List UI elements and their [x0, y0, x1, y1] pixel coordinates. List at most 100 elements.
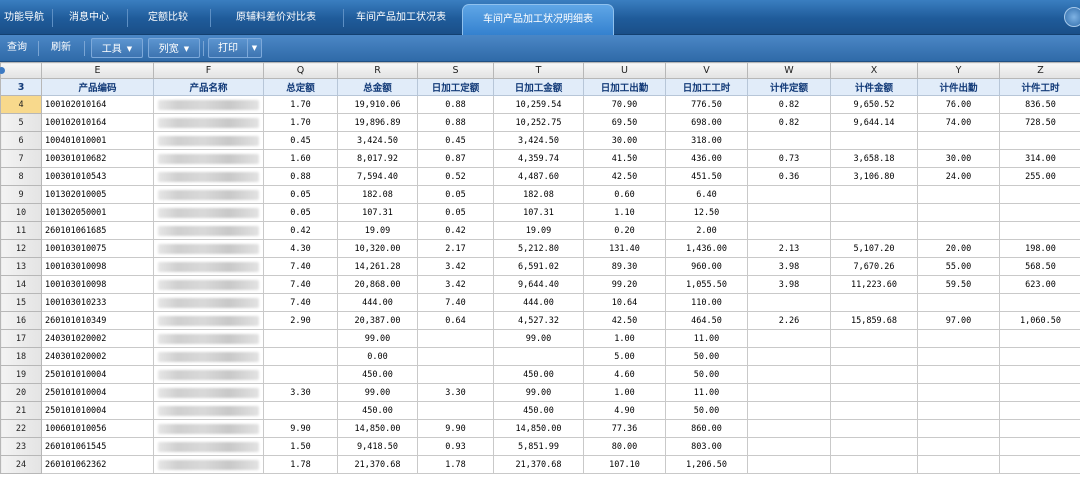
column-header[interactable]: 总定额	[263, 78, 338, 96]
value-cell-z[interactable]	[999, 383, 1080, 402]
column-header[interactable]: 计件定额	[747, 78, 831, 96]
column-header[interactable]: 计件工时	[999, 78, 1080, 96]
value-cell-q[interactable]: 7.40	[263, 293, 338, 312]
value-cell-q[interactable]: 0.05	[263, 203, 338, 222]
value-cell-v[interactable]: 318.00	[665, 131, 748, 150]
value-cell-v[interactable]: 1,436.00	[665, 239, 748, 258]
value-cell-x[interactable]	[830, 419, 918, 438]
value-cell-r[interactable]: 19.09	[337, 221, 418, 240]
value-cell-t[interactable]: 3,424.50	[493, 131, 584, 150]
spreadsheet-grid[interactable]: EFQRSTUVWXYZ 3 产品编码 产品名称 总定额 总金额 日加工定额 日加工金额日…	[0, 62, 1080, 494]
tab-material-price-diff[interactable]: 原辅料差价对比表	[214, 5, 338, 31]
value-cell-y[interactable]	[917, 401, 1000, 420]
value-cell-s[interactable]	[417, 401, 494, 420]
value-cell-z[interactable]: 198.00	[999, 239, 1080, 258]
row-number[interactable]: 4	[0, 95, 42, 114]
column-letter-header[interactable]: W	[747, 62, 831, 79]
column-letter-header[interactable]: E	[41, 62, 154, 79]
product-name-cell[interactable]	[153, 257, 264, 276]
value-cell-t[interactable]: 6,591.02	[493, 257, 584, 276]
value-cell-w[interactable]: 0.82	[747, 113, 831, 132]
value-cell-s[interactable]: 0.88	[417, 95, 494, 114]
value-cell-z[interactable]	[999, 221, 1080, 240]
value-cell-r[interactable]: 99.00	[337, 329, 418, 348]
value-cell-w[interactable]	[747, 383, 831, 402]
value-cell-w[interactable]	[747, 347, 831, 366]
value-cell-s[interactable]: 1.78	[417, 455, 494, 474]
value-cell-v[interactable]: 1,055.50	[665, 275, 748, 294]
value-cell-q[interactable]	[263, 365, 338, 384]
row-number[interactable]: 19	[0, 365, 42, 384]
value-cell-t[interactable]	[493, 347, 584, 366]
value-cell-u[interactable]: 0.20	[583, 221, 666, 240]
column-letter-header[interactable]: F	[153, 62, 264, 79]
value-cell-r[interactable]: 99.00	[337, 383, 418, 402]
product-code-cell[interactable]: 100103010233	[41, 293, 154, 312]
value-cell-v[interactable]: 803.00	[665, 437, 748, 456]
value-cell-t[interactable]: 182.08	[493, 185, 584, 204]
value-cell-u[interactable]: 89.30	[583, 257, 666, 276]
value-cell-v[interactable]: 11.00	[665, 329, 748, 348]
column-letter-header[interactable]: Q	[263, 62, 338, 79]
value-cell-u[interactable]: 131.40	[583, 239, 666, 258]
value-cell-u[interactable]: 4.60	[583, 365, 666, 384]
tab-message-center[interactable]: 消息中心	[56, 5, 122, 31]
value-cell-s[interactable]: 2.17	[417, 239, 494, 258]
row-number[interactable]: 8	[0, 167, 42, 186]
product-code-cell[interactable]: 100102010164	[41, 113, 154, 132]
column-header[interactable]: 日加工出勤	[583, 78, 666, 96]
value-cell-r[interactable]: 450.00	[337, 401, 418, 420]
value-cell-q[interactable]: 1.70	[263, 95, 338, 114]
value-cell-v[interactable]: 436.00	[665, 149, 748, 168]
value-cell-w[interactable]	[747, 419, 831, 438]
product-name-cell[interactable]	[153, 365, 264, 384]
product-code-cell[interactable]: 250101010004	[41, 401, 154, 420]
value-cell-q[interactable]	[263, 347, 338, 366]
value-cell-w[interactable]: 2.13	[747, 239, 831, 258]
value-cell-t[interactable]: 10,259.54	[493, 95, 584, 114]
product-name-cell[interactable]	[153, 437, 264, 456]
product-code-cell[interactable]: 260101061685	[41, 221, 154, 240]
product-code-cell[interactable]: 240301020002	[41, 347, 154, 366]
row-number[interactable]: 17	[0, 329, 42, 348]
value-cell-y[interactable]	[917, 293, 1000, 312]
value-cell-x[interactable]	[830, 347, 918, 366]
query-button[interactable]: 查询	[2, 38, 32, 58]
row-number[interactable]: 22	[0, 419, 42, 438]
value-cell-v[interactable]: 776.50	[665, 95, 748, 114]
value-cell-t[interactable]: 450.00	[493, 401, 584, 420]
value-cell-q[interactable]	[263, 401, 338, 420]
value-cell-r[interactable]: 14,850.00	[337, 419, 418, 438]
value-cell-y[interactable]: 97.00	[917, 311, 1000, 330]
product-code-cell[interactable]: 250101010004	[41, 365, 154, 384]
value-cell-x[interactable]	[830, 329, 918, 348]
product-code-cell[interactable]: 101302010005	[41, 185, 154, 204]
value-cell-t[interactable]: 4,527.32	[493, 311, 584, 330]
value-cell-y[interactable]	[917, 437, 1000, 456]
value-cell-z[interactable]	[999, 293, 1080, 312]
product-name-cell[interactable]	[153, 131, 264, 150]
value-cell-z[interactable]	[999, 365, 1080, 384]
column-width-dropdown-button[interactable]: 列宽 ▼	[148, 38, 200, 58]
value-cell-v[interactable]: 50.00	[665, 401, 748, 420]
value-cell-u[interactable]: 42.50	[583, 311, 666, 330]
value-cell-z[interactable]	[999, 131, 1080, 150]
column-letter-header[interactable]: Z	[999, 62, 1080, 79]
value-cell-q[interactable]: 0.42	[263, 221, 338, 240]
column-header[interactable]: 总金额	[337, 78, 418, 96]
value-cell-w[interactable]	[747, 329, 831, 348]
value-cell-y[interactable]: 55.00	[917, 257, 1000, 276]
value-cell-y[interactable]: 59.50	[917, 275, 1000, 294]
value-cell-t[interactable]: 444.00	[493, 293, 584, 312]
value-cell-r[interactable]: 10,320.00	[337, 239, 418, 258]
value-cell-z[interactable]	[999, 455, 1080, 474]
column-header[interactable]: 产品编码	[41, 78, 154, 96]
value-cell-u[interactable]: 107.10	[583, 455, 666, 474]
value-cell-v[interactable]: 11.00	[665, 383, 748, 402]
value-cell-u[interactable]: 69.50	[583, 113, 666, 132]
value-cell-q[interactable]: 3.30	[263, 383, 338, 402]
value-cell-r[interactable]: 0.00	[337, 347, 418, 366]
value-cell-x[interactable]: 9,650.52	[830, 95, 918, 114]
value-cell-v[interactable]: 6.40	[665, 185, 748, 204]
value-cell-x[interactable]: 11,223.60	[830, 275, 918, 294]
